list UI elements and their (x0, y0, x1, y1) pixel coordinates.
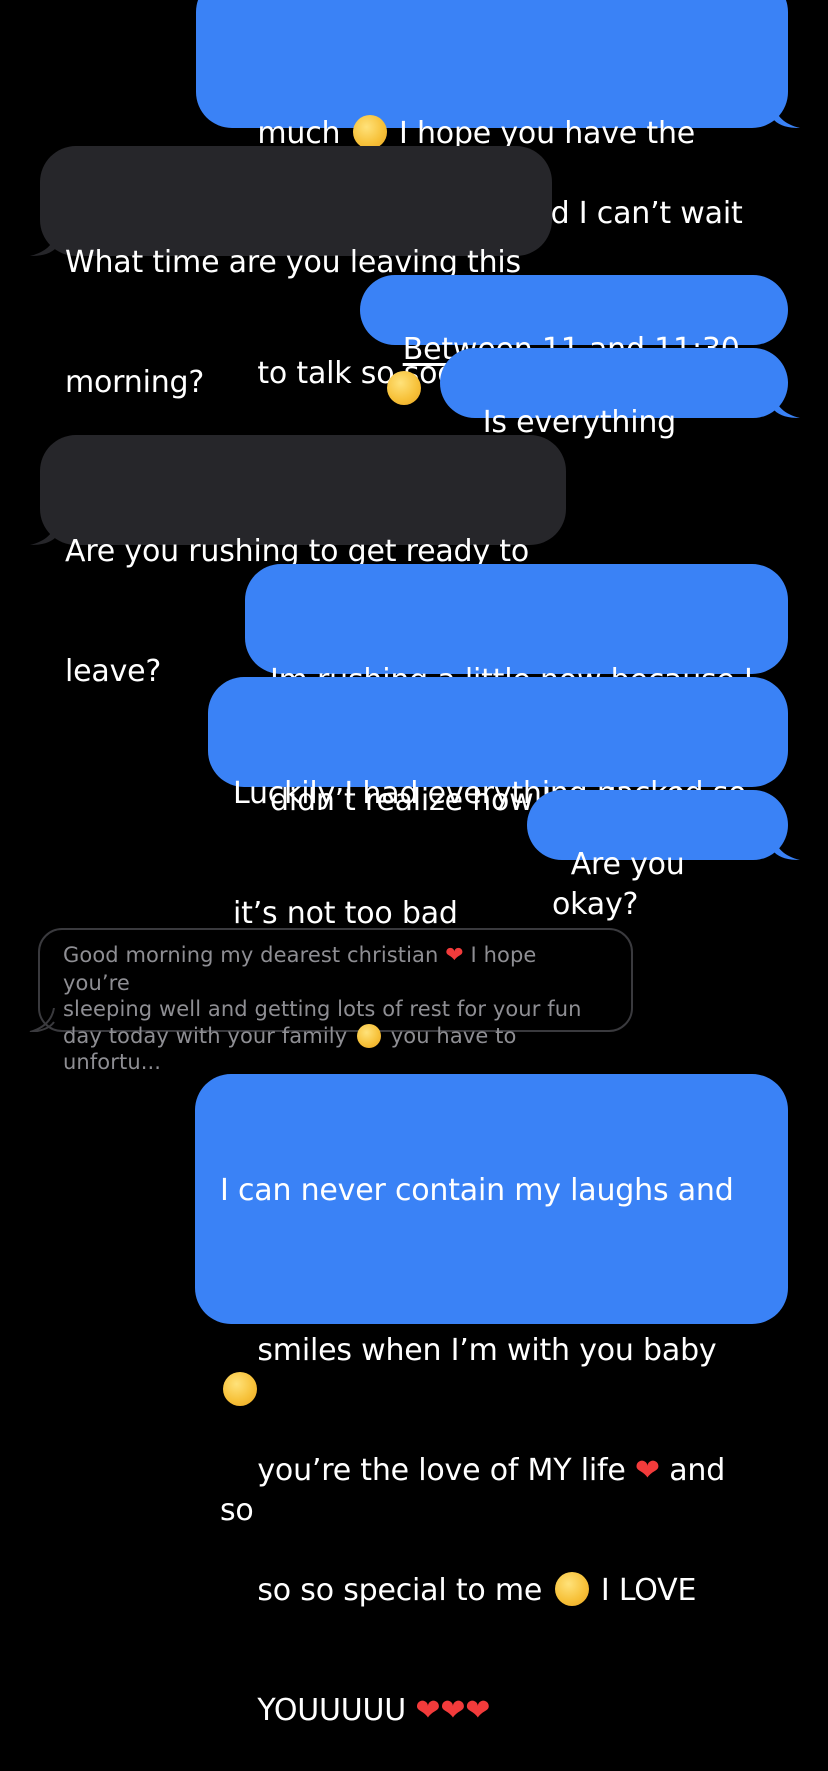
bubble-tail-received (30, 521, 56, 545)
message-line: YOUUUUU ❤❤❤ (220, 1651, 764, 1728)
heart-icon: ❤ (634, 1453, 660, 1488)
message-text: YOUUUUU (257, 1693, 416, 1728)
reply-text: day today with your family (63, 1023, 354, 1048)
message-bubble-sent[interactable]: Between 11 and 11:30 (360, 275, 788, 405)
message-bubble-received[interactable]: Are you rushing to get ready to leave? (40, 435, 566, 689)
smiling-face-icon (357, 1023, 381, 1048)
message-bubble-sent[interactable]: I can never contain my laughs and smiles… (195, 1074, 788, 1728)
bubble-tail-sent (774, 104, 800, 128)
message-bubble-sent[interactable]: Luckily I had everything packed so it’s … (208, 677, 788, 931)
smiling-face-with-hearts-icon (554, 1572, 589, 1606)
pleading-face-icon (352, 115, 387, 149)
message-bubble-received[interactable]: What time are you leaving this morning? (40, 146, 552, 400)
message-bubble-sent[interactable]: much I hope you have the most amazing da… (196, 0, 788, 391)
message-bubble-sent[interactable]: Im rushing a little now because I didn’t… (245, 564, 788, 818)
reply-line: day today with your family you have to u… (63, 1023, 609, 1076)
reply-line: Good morning my dearest christian ❤ I ho… (63, 942, 609, 996)
bubble-tail-sent (774, 394, 800, 418)
heart-icon: ❤ (415, 1693, 441, 1728)
heart-icon: ❤ (445, 943, 464, 968)
pleading-face-icon (223, 1372, 257, 1406)
message-line: much I hope you have the most (220, 74, 764, 191)
reply-line: sleeping well and getting lots of rest f… (63, 997, 582, 1021)
message-text: smiles when I’m with you baby (257, 1333, 726, 1368)
message-line: smiles when I’m with you baby (220, 1291, 764, 1406)
message-line: so so special to me I LOVE (220, 1531, 764, 1608)
message-text: so so special to me (257, 1573, 552, 1608)
message-bubble-sent[interactable]: Is everything okay? (440, 348, 788, 480)
bubble-tail-received (30, 232, 56, 256)
message-line: you’re the love of MY life ❤ and so (220, 1411, 764, 1528)
grinning-face-icon (387, 371, 421, 405)
message-bubble-sent[interactable]: Are you okay? (527, 790, 788, 922)
bubble-tail-sent (774, 836, 800, 860)
message-text: you’re the love of MY life (257, 1453, 635, 1488)
reply-quote-preview[interactable]: Good morning my dearest christian ❤ I ho… (38, 928, 633, 1074)
message-text: I LOVE (591, 1573, 697, 1608)
heart-icon: ❤ (465, 1693, 491, 1728)
reply-preview-tail (29, 1008, 55, 1032)
reply-text: Good morning my dearest christian (63, 943, 446, 967)
heart-icon: ❤ (440, 1693, 466, 1728)
message-line: I can never contain my laughs and (220, 1173, 734, 1208)
